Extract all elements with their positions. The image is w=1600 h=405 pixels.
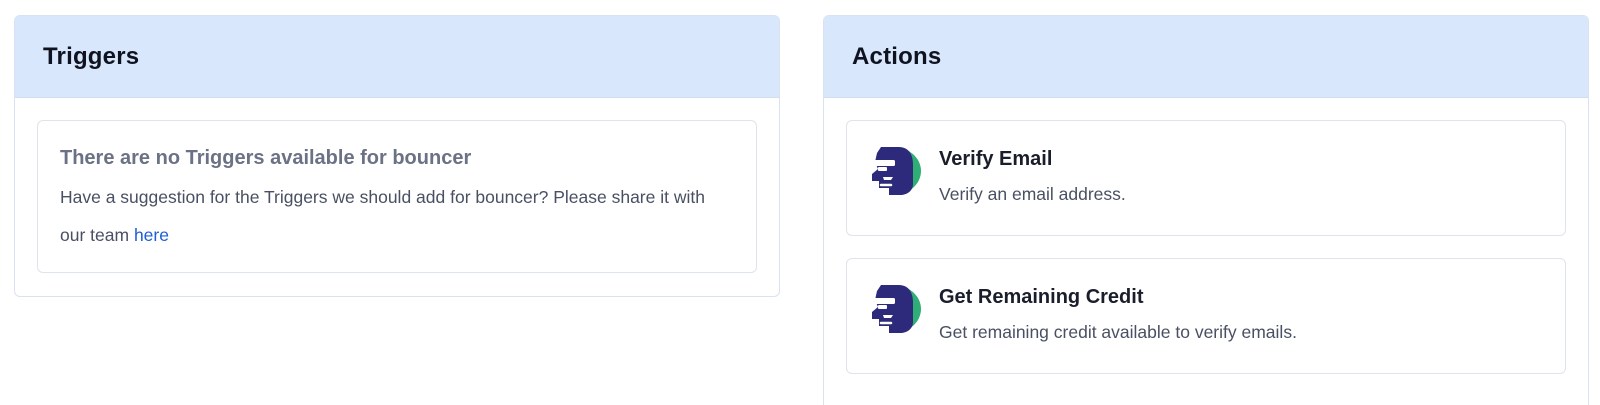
triggers-empty-text: Have a suggestion for the Triggers we sh… bbox=[60, 178, 734, 254]
actions-panel-header: Actions bbox=[824, 16, 1588, 98]
action-card-verify-email[interactable]: Verify Email Verify an email address. bbox=[846, 120, 1566, 236]
action-card-get-remaining-credit[interactable]: Get Remaining Credit Get remaining credi… bbox=[846, 258, 1566, 374]
actions-panel: Actions Verify Email Verify an email add… bbox=[823, 15, 1589, 405]
triggers-panel: Triggers There are no Triggers available… bbox=[14, 15, 780, 297]
actions-title: Actions bbox=[852, 42, 942, 70]
action-text-verify-email: Verify Email Verify an email address. bbox=[939, 146, 1126, 207]
action-description: Verify an email address. bbox=[939, 184, 1126, 204]
suggestion-here-link[interactable]: here bbox=[134, 225, 169, 245]
action-name: Verify Email bbox=[939, 148, 1053, 170]
triggers-empty-card: There are no Triggers available for boun… bbox=[37, 120, 757, 273]
triggers-title: Triggers bbox=[43, 42, 140, 70]
action-text-get-remaining-credit: Get Remaining Credit Get remaining credi… bbox=[939, 284, 1297, 345]
triggers-empty-title: There are no Triggers available for boun… bbox=[60, 147, 472, 169]
triggers-panel-header: Triggers bbox=[15, 16, 779, 98]
bouncer-logo-icon bbox=[872, 147, 921, 195]
action-name: Get Remaining Credit bbox=[939, 286, 1144, 308]
bouncer-logo-icon bbox=[872, 285, 921, 333]
action-description: Get remaining credit available to verify… bbox=[939, 322, 1297, 342]
